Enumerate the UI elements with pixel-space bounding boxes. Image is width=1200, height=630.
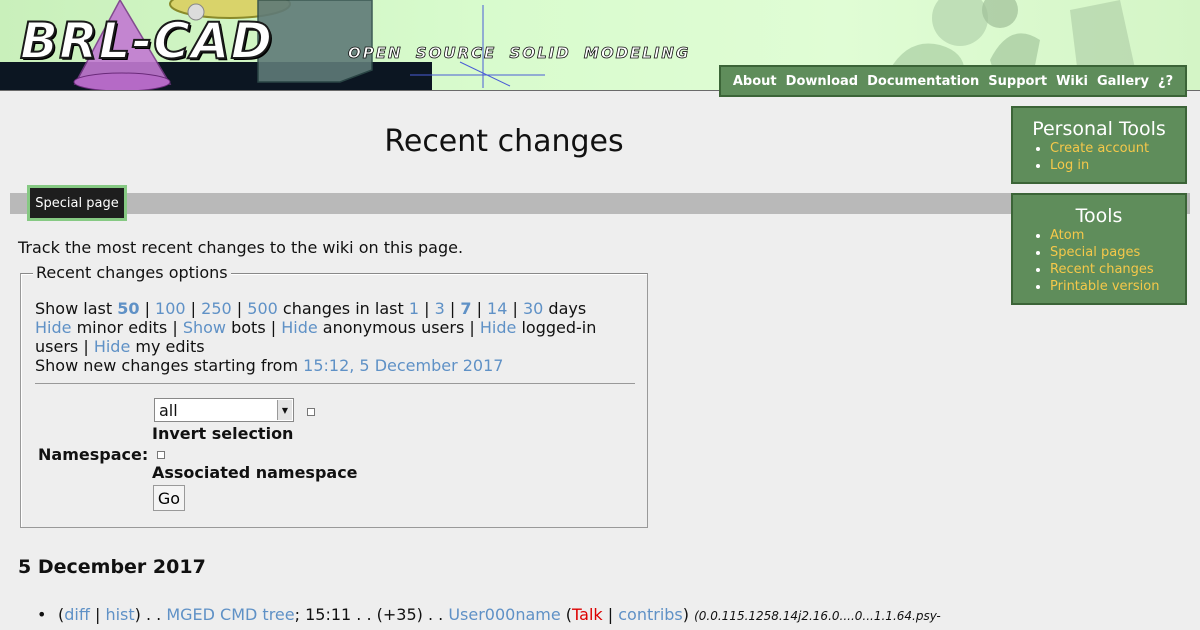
limit-50-link[interactable]: 50	[117, 299, 139, 318]
new-changes-label: Show new changes starting from	[35, 356, 299, 375]
nav-gallery[interactable]: Gallery	[1097, 74, 1149, 89]
page-link[interactable]: MGED CMD tree	[166, 605, 294, 624]
hist-link[interactable]: hist	[105, 605, 134, 624]
nav-download[interactable]: Download	[786, 74, 858, 89]
special-pages-link[interactable]: Special pages	[1050, 245, 1140, 260]
associated-namespace-checkbox[interactable]	[157, 451, 165, 459]
list-item: (diff | hist) . . MGED CMD tree; 15:11 .…	[37, 605, 941, 624]
options-divider	[35, 383, 635, 384]
bots-label: bots |	[231, 318, 277, 337]
personal-tools-title: Personal Tools	[1032, 118, 1166, 140]
top-navigation: About Download Documentation Support Wik…	[719, 65, 1187, 97]
days-7-link[interactable]: 7	[460, 299, 471, 318]
invert-selection-checkbox[interactable]	[307, 408, 315, 416]
changes-list: (diff | hist) . . MGED CMD tree; 15:11 .…	[37, 605, 941, 624]
tools-title: Tools	[1075, 205, 1123, 227]
recent-changes-options: Recent changes options Show last 50 | 10…	[20, 263, 648, 528]
options-legend: Recent changes options	[33, 263, 231, 282]
printable-version-link[interactable]: Printable version	[1050, 279, 1159, 294]
minor-edits-label: minor edits |	[76, 318, 178, 337]
my-edits-label: my edits	[135, 337, 205, 356]
tools-portlet: Tools Atom Special pages Recent changes …	[1011, 193, 1187, 305]
limit-500-link[interactable]: 500	[247, 299, 278, 318]
diff-link[interactable]: diff	[64, 605, 90, 624]
namespace-selected-value: all	[159, 401, 178, 420]
show-last-line: Show last 50 | 100 | 250 | 500 changes i…	[35, 299, 587, 318]
user-link[interactable]: User000name	[448, 605, 560, 624]
log-in-link[interactable]: Log in	[1050, 158, 1089, 173]
days-30-link[interactable]: 30	[523, 299, 543, 318]
personal-tools-portlet: Personal Tools Create account Log in	[1011, 106, 1187, 184]
toggles-line-1: Hide minor edits | Show bots | Hide anon…	[35, 318, 596, 337]
nav-about[interactable]: About	[733, 74, 777, 89]
hide-my-edits-link[interactable]: Hide	[94, 337, 130, 356]
dropdown-arrow-icon[interactable]: ▼	[277, 400, 292, 420]
days-3-link[interactable]: 3	[435, 299, 445, 318]
atom-link[interactable]: Atom	[1050, 228, 1084, 243]
days-label: days	[548, 299, 587, 318]
loggedin-label: logged-in	[521, 318, 597, 337]
nav-documentation[interactable]: Documentation	[867, 74, 979, 89]
changes-in-last-label: changes in last	[282, 299, 404, 318]
brl-cad-logo[interactable]: BRL-CAD	[19, 11, 273, 71]
namespace-label: Namespace:	[38, 445, 149, 464]
show-last-label: Show last	[35, 299, 113, 318]
invert-selection-label: Invert selection	[152, 424, 294, 443]
page-intro: Track the most recent changes to the wik…	[18, 238, 464, 257]
date-heading: 5 December 2017	[18, 556, 206, 578]
contribs-link[interactable]: contribs	[618, 605, 683, 624]
change-time: 15:11	[305, 605, 352, 624]
hide-loggedin-link[interactable]: Hide	[480, 318, 516, 337]
hide-minor-link[interactable]: Hide	[35, 318, 71, 337]
days-1-link[interactable]: 1	[409, 299, 419, 318]
talk-link[interactable]: Talk	[572, 605, 603, 624]
nav-wiki[interactable]: Wiki	[1056, 74, 1088, 89]
go-button[interactable]: Go	[153, 485, 185, 511]
recent-changes-link[interactable]: Recent changes	[1050, 262, 1154, 277]
nav-help[interactable]: ¿?	[1158, 74, 1173, 89]
new-changes-from-link[interactable]: 15:12, 5 December 2017	[303, 356, 503, 375]
hide-anon-link[interactable]: Hide	[281, 318, 317, 337]
tab-special-page[interactable]: Special page	[27, 185, 127, 221]
page-title: Recent changes	[384, 124, 624, 159]
edit-summary: (0.0.115.1258.14j2.16.0....0...1.1.64.ps…	[694, 609, 941, 623]
nav-support[interactable]: Support	[988, 74, 1047, 89]
associated-namespace-label: Associated namespace	[152, 463, 358, 482]
users-label: users |	[35, 337, 89, 356]
site-tagline: OPEN SOURCE SOLID MODELING	[348, 44, 691, 63]
limit-100-link[interactable]: 100	[155, 299, 186, 318]
anon-users-label: anonymous users |	[322, 318, 475, 337]
namespace-select[interactable]: all ▼	[154, 398, 294, 422]
change-size: (+35)	[376, 605, 423, 624]
toggles-line-2: users | Hide my edits	[35, 337, 205, 356]
new-changes-line: Show new changes starting from 15:12, 5 …	[35, 356, 503, 375]
create-account-link[interactable]: Create account	[1050, 141, 1149, 156]
show-bots-link[interactable]: Show	[183, 318, 226, 337]
days-14-link[interactable]: 14	[487, 299, 507, 318]
limit-250-link[interactable]: 250	[201, 299, 232, 318]
